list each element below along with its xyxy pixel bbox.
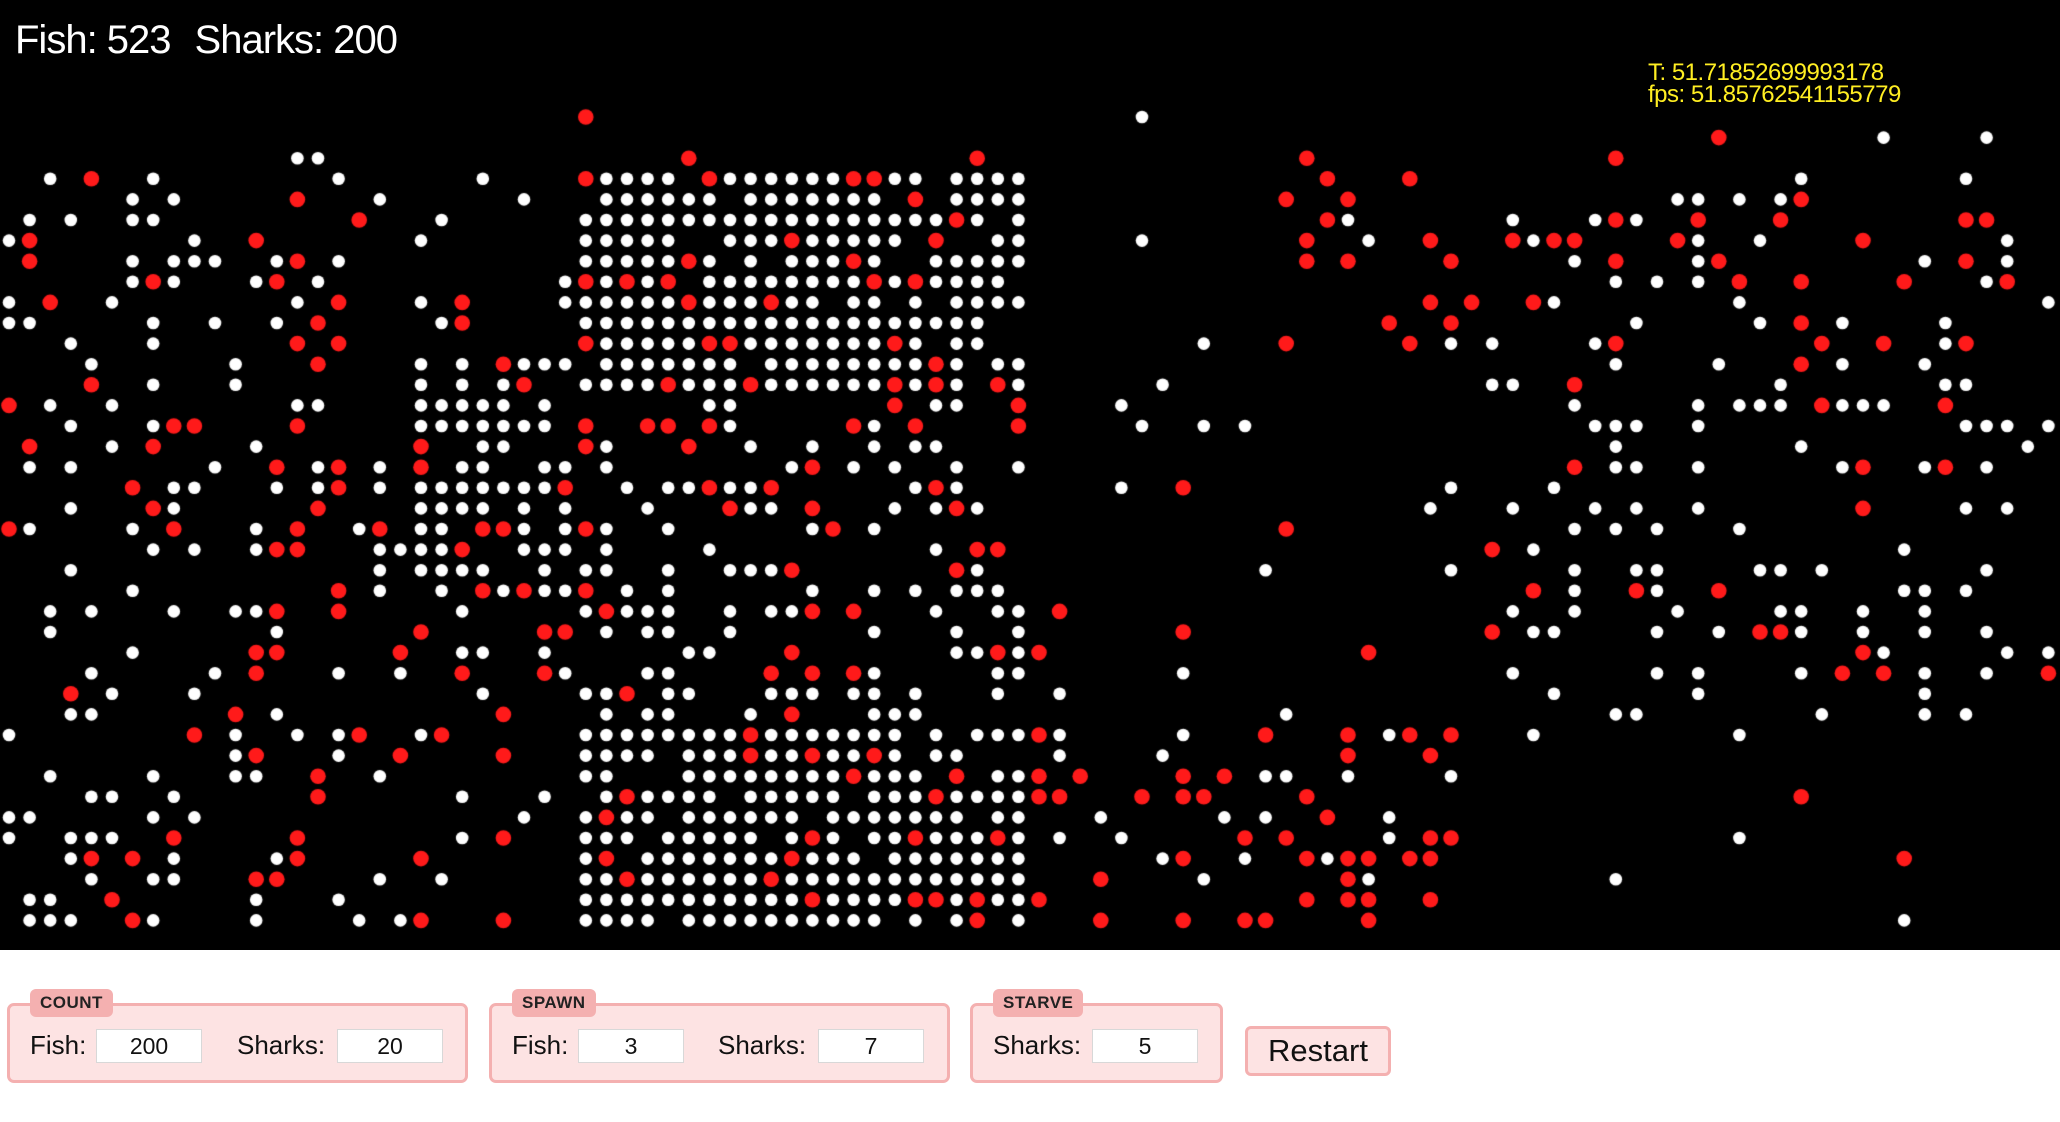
shark-count: Sharks: 200 <box>194 18 398 62</box>
count-legend: COUNT <box>30 989 113 1017</box>
count-sharks-input[interactable] <box>337 1029 443 1063</box>
starve-sharks-label: Sharks: <box>993 1030 1082 1060</box>
spawn-sharks-input[interactable] <box>818 1029 924 1063</box>
count-fish-input[interactable] <box>96 1029 202 1063</box>
fish-shark-grid <box>0 0 2060 950</box>
fish-count: Fish: 523 <box>15 18 172 62</box>
spawn-fish-input[interactable] <box>578 1029 684 1063</box>
ocean-simulation-canvas: Fish: 523 Sharks: 200 T: 51.7185269999317… <box>0 0 2060 950</box>
spawn-legend: SPAWN <box>512 989 596 1017</box>
population-counter: Fish: 523 Sharks: 200 <box>15 18 398 63</box>
debug-stats: T: 51.71852699993178 fps: 51.85762541155… <box>1648 61 1901 108</box>
spawn-sharks-label: Sharks: <box>718 1030 807 1060</box>
count-fish-label: Fish: <box>30 1030 87 1060</box>
count-sharks-label: Sharks: <box>237 1030 326 1060</box>
fps-readout: fps: 51.85762541155779 <box>1648 81 1901 108</box>
starve-sharks-input[interactable] <box>1092 1029 1198 1063</box>
spawn-fish-label: Fish: <box>512 1030 569 1060</box>
restart-button[interactable]: Restart <box>1245 1026 1391 1076</box>
starve-legend: STARVE <box>993 989 1084 1017</box>
